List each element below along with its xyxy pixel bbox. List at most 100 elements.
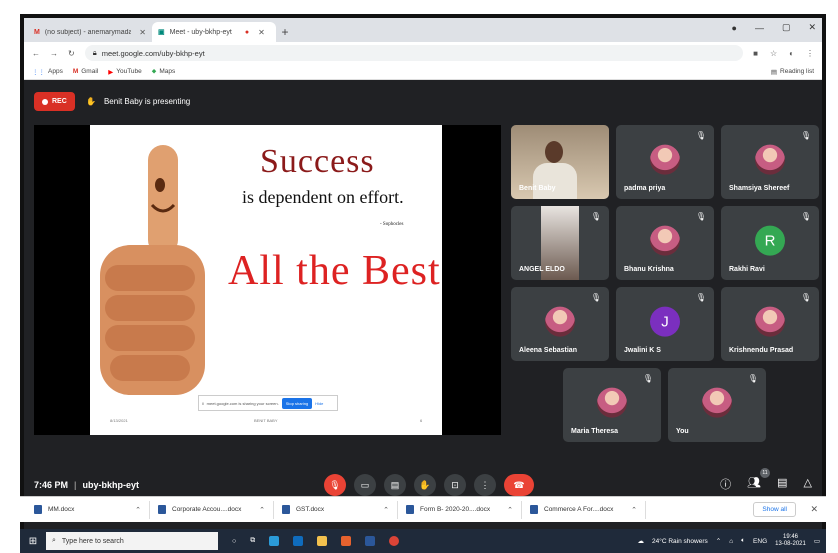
cortana-icon[interactable]: ○ [232,538,236,545]
download-filename: GST.docx [296,506,325,513]
edge-icon[interactable] [269,536,280,546]
new-tab-button[interactable]: + [276,22,294,42]
chevron-up-icon[interactable]: ⌃ [135,506,141,514]
captions-button[interactable]: ▤ [384,474,406,496]
participant-tile[interactable]: 🎙︎ Krishnendu Prasad [721,287,819,361]
participant-tile[interactable]: 🎙︎ Shamsiya Shereef [721,125,819,199]
avatar: J [650,306,680,337]
bookmark-youtube[interactable]: ▶ YouTube [108,68,142,76]
word-doc-icon [34,505,42,514]
mic-off-icon: 🎙︎ [695,131,706,140]
chevron-up-icon[interactable]: ⌃ [259,506,265,514]
clock[interactable]: 19:46 13-08-2021 [775,534,806,548]
youtube-icon: ▶ [108,68,114,76]
bookmark-maps[interactable]: ⬥ Maps [152,68,175,76]
minimize-icon[interactable]: — [755,23,764,33]
word-doc-icon [158,505,166,514]
bookmark-gmail[interactable]: M Gmail [73,68,98,75]
language-indicator[interactable]: ENG [753,538,767,545]
download-item[interactable]: MM.docx ⌃ [26,500,150,519]
chevron-up-icon[interactable]: ⌃ [507,506,513,514]
taskbar-search[interactable]: ⌕ Type here to search [46,532,218,550]
mic-off-icon: 🎙︎ [590,212,601,221]
activities-icon[interactable]: △ [804,476,812,492]
chat-icon[interactable]: ▤ [777,476,787,492]
download-item[interactable]: GST.docx ⌃ [274,500,398,519]
participant-tile[interactable]: 🎙︎ You [668,368,766,442]
tab-meet[interactable]: ▣ Meet - uby-bkhp-eyt ● ✕ [152,22,276,42]
participant-tile[interactable]: 🎙︎ ANGEL ELDO [511,206,609,280]
star-icon[interactable]: ☆ [770,49,777,58]
reload-icon[interactable]: ↻ [68,49,75,58]
word-doc-icon [406,505,414,514]
chevron-up-icon[interactable]: ⌃ [716,537,721,545]
bookmark-apps[interactable]: ⋮⋮ Apps [32,68,63,76]
mail-icon[interactable] [293,536,304,546]
mic-off-icon: 🎙︎ [695,212,706,221]
camera-toggle-button[interactable]: ▭ [354,474,376,496]
maximize-icon[interactable]: ▢ [782,22,791,33]
show-all-button[interactable]: Show all [753,502,796,517]
menu-icon[interactable]: ⋮ [806,49,814,58]
task-view-icon[interactable]: ⧉ [250,537,255,545]
mic-off-icon: 🎙︎ [642,374,653,383]
meeting-time: 7:46 PM [34,480,69,490]
people-icon[interactable]: 👥︎ [747,476,761,492]
present-button[interactable]: ⊡ [444,474,466,496]
word-icon[interactable] [365,536,376,546]
info-icon[interactable]: ⓘ [720,476,731,492]
participant-name: Aleena Sebastian [519,347,577,354]
participant-tile[interactable]: 🎙︎ Bhanu Krishna [616,206,714,280]
office-icon[interactable] [341,536,352,546]
tab-label: Meet - uby-bkhp-eyt [169,28,232,36]
forward-icon[interactable]: → [50,49,58,58]
file-explorer-icon[interactable] [317,536,328,546]
bookmark-label: Maps [159,68,176,75]
windows-start-icon[interactable]: ⊞ [20,536,46,547]
raise-hand-button[interactable]: ✋ [414,474,436,496]
volume-icon[interactable]: 🔈︎ [741,537,745,545]
participant-tile[interactable]: 🎙︎ J Jwalini K S [616,287,714,361]
download-item[interactable]: Corporate Accou....docx ⌃ [150,500,274,519]
system-tray: ☁ 24°C Rain showers ⌃ ⌂ 🔈︎ ENG 19:46 13-… [638,534,826,548]
close-tab-icon[interactable]: ✕ [258,28,265,37]
present-icon: ✋ [86,97,96,106]
participant-tile[interactable]: Benit Baby [511,125,609,199]
presentation-stage: Success is dependent on effort. - Sophoc… [34,125,501,435]
chevron-up-icon[interactable]: ⌃ [631,506,637,514]
camera-icon[interactable]: ■ [753,49,758,58]
close-downloads-icon[interactable]: ✕ [810,504,818,515]
meet-area: REC ✋ Benit Baby is presenting Success i… [24,80,822,506]
tab-gmail[interactable]: M (no subject) - anemarymadasser ✕ [28,22,152,42]
download-item[interactable]: Form B- 2020-20....docx ⌃ [398,500,522,519]
participant-tile[interactable]: 🎙︎ Maria Theresa [563,368,661,442]
participant-name: Jwalini K S [624,347,661,354]
end-call-button[interactable]: ☎ [504,474,534,496]
gmail-icon: M [72,68,79,75]
weather-text[interactable]: 24°C Rain showers [652,538,708,545]
participant-tile[interactable]: 🎙︎ padma priya [616,125,714,199]
back-icon[interactable]: ← [32,49,40,58]
more-options-button[interactable]: ⋮ [474,474,496,496]
slide-attribution: - Sophocles [380,222,404,227]
profile-icon[interactable]: ● [732,23,737,33]
meeting-code: uby-bkhp-eyt [82,480,140,490]
notifications-icon[interactable]: ▭ [814,537,820,545]
chevron-up-icon[interactable]: ⌃ [383,506,389,514]
download-filename: Commerce A For....docx [544,506,614,513]
download-item[interactable]: Commerce A For....docx ⌃ [522,500,646,519]
stop-sharing-button[interactable]: Stop sharing [281,397,313,409]
download-filename: Form B- 2020-20....docx [420,506,491,513]
network-icon[interactable]: ⌂ [729,538,733,545]
close-tab-icon[interactable]: ✕ [139,28,146,37]
url-field[interactable]: 🔒︎ meet.google.com/uby-bkhp-eyt [84,45,744,61]
extension-icon[interactable]: ◐ [789,49,794,58]
slide-footer-page: 6 [420,418,423,423]
mic-toggle-button[interactable]: 🎙︎ [324,474,346,496]
reading-list[interactable]: ▤ Reading list [771,68,814,76]
chrome-icon[interactable] [389,536,400,546]
participant-tile[interactable]: 🎙︎ Aleena Sebastian [511,287,609,361]
hide-button[interactable]: Hide [315,401,323,406]
close-window-icon[interactable]: ✕ [808,22,816,33]
participant-tile[interactable]: 🎙︎ R Rakhi Ravi [721,206,819,280]
